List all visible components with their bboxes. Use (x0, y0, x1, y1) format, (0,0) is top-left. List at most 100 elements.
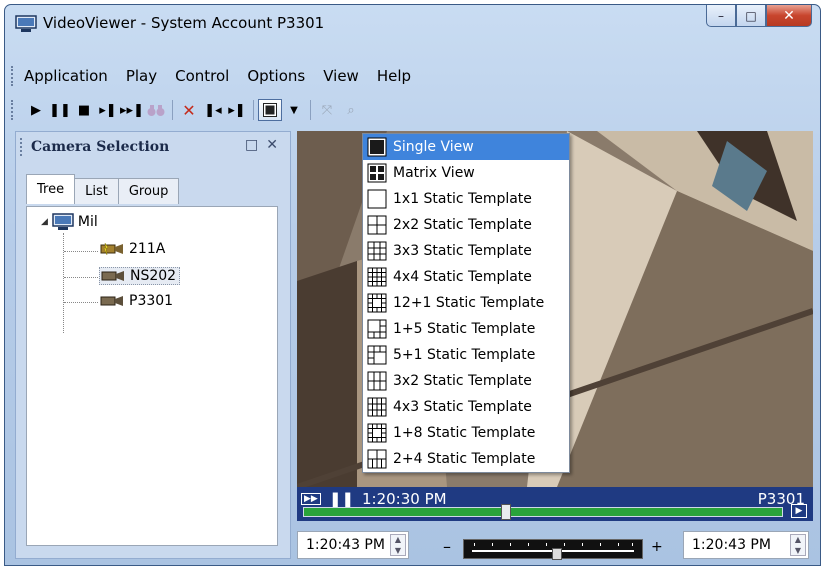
stop-icon[interactable]: ■ (72, 99, 96, 121)
speed-slider-track[interactable] (463, 539, 643, 560)
tab-tree[interactable]: Tree (26, 174, 76, 204)
menu-bar: Application Play Control Options View He… (11, 63, 429, 89)
menu-item-label: 3x3 Static Template (393, 243, 532, 259)
progress-thumb[interactable] (500, 504, 511, 520)
collapse-icon[interactable]: ◢ (41, 217, 48, 227)
menu-item-5-1-static-template[interactable]: 5+1 Static Template (363, 342, 569, 368)
grid-4x4-icon (367, 267, 387, 287)
tree-camera-211a[interactable]: 211A (99, 241, 165, 257)
tab-list[interactable]: List (74, 178, 119, 204)
menu-play[interactable]: Play (126, 67, 157, 85)
menu-options[interactable]: Options (247, 67, 305, 85)
menu-item-single-view[interactable]: Single View (363, 134, 569, 160)
menu-item-3x3-static-template[interactable]: 3x3 Static Template (363, 238, 569, 264)
camera-selection-panel: Camera Selection □ ✕ Tree List Group ◢ M… (15, 131, 291, 559)
tree-line (63, 233, 64, 333)
close-button[interactable]: ✕ (766, 5, 812, 27)
search-icon[interactable]: ⌕ (339, 99, 363, 121)
camera-alert-icon (100, 242, 123, 256)
tree-camera-p3301[interactable]: P3301 (99, 293, 173, 309)
menu-item-1-8-static-template[interactable]: 1+8 Static Template (363, 420, 569, 446)
grid-2x2-icon (367, 215, 387, 235)
toolbar-separator (253, 100, 254, 120)
tree-root-node[interactable]: ◢ Mil (41, 213, 98, 231)
app-window: VideoViewer - System Account P3301 – □ ✕… (4, 4, 821, 566)
menu-item-12-1-static-template[interactable]: 12+1 Static Template (363, 290, 569, 316)
speed-slider-thumb[interactable] (552, 548, 562, 560)
menu-item-1-5-static-template[interactable]: 1+5 Static Template (363, 316, 569, 342)
skip-end-icon[interactable]: ▸▸❚ (120, 99, 144, 121)
grid-12-1-icon (367, 293, 387, 313)
menu-help[interactable]: Help (377, 67, 411, 85)
video-status-bar: ▶▶ ❚❚ 1:20:30 PM P3301 ▶ (297, 487, 813, 521)
fast-forward-icon[interactable]: ▶▶ (301, 493, 321, 505)
menu-item-2-4-static-template[interactable]: 2+4 Static Template (363, 446, 569, 472)
float-panel-icon[interactable]: □ (245, 137, 258, 153)
menu-grip[interactable] (11, 66, 14, 86)
speed-plus[interactable]: + (651, 539, 663, 555)
camera-tree: ◢ Mil 211A NS202 P3301 (26, 206, 278, 546)
end-time-value: 1:20:43 PM (692, 537, 771, 553)
menu-item-matrix-view[interactable]: Matrix View (363, 160, 569, 186)
menu-item-3x2-static-template[interactable]: 3x2 Static Template (363, 368, 569, 394)
view-layout-icon[interactable] (258, 99, 282, 121)
camera-label: 211A (129, 241, 166, 257)
start-time-field[interactable]: 1:20:43 PM ▲ ▼ (297, 531, 409, 559)
playback-progress-bar[interactable] (303, 504, 783, 520)
minimize-button[interactable]: – (706, 5, 736, 27)
panel-tabs: Tree List Group (26, 174, 180, 204)
menu-item-1x1-static-template[interactable]: 1x1 Static Template (363, 186, 569, 212)
toolbar-separator (310, 100, 311, 120)
delete-icon[interactable]: ✕ (177, 99, 201, 121)
zoom-icon[interactable]: ⤧ (315, 99, 339, 121)
menu-item-label: 2+4 Static Template (393, 451, 536, 467)
camera-icon (100, 296, 123, 306)
end-time-field[interactable]: 1:20:43 PM ▲ ▼ (683, 531, 809, 559)
menu-item-label: 1x1 Static Template (393, 191, 532, 207)
menu-item-2x2-static-template[interactable]: 2x2 Static Template (363, 212, 569, 238)
tree-line (64, 302, 98, 303)
camera-label: P3301 (129, 293, 174, 309)
tree-line (64, 277, 98, 278)
grid-1-8-icon (367, 423, 387, 443)
panel-grip[interactable] (20, 138, 23, 156)
prev-marker-icon[interactable]: ❚◂ (201, 99, 225, 121)
camera-icon (101, 271, 124, 281)
toolbar-grip[interactable] (11, 100, 14, 120)
menu-item-label: 3x2 Static Template (393, 373, 532, 389)
menu-item-4x4-static-template[interactable]: 4x4 Static Template (363, 264, 569, 290)
menu-view[interactable]: View (323, 67, 359, 85)
next-marker-icon[interactable]: ▸❚ (225, 99, 249, 121)
step-forward-icon[interactable]: ▸❚ (96, 99, 120, 121)
monitor-icon (15, 15, 37, 32)
menu-application[interactable]: Application (24, 67, 108, 85)
tab-group[interactable]: Group (117, 178, 180, 204)
pause-icon[interactable]: ❚❚ (48, 99, 72, 121)
tree-camera-ns202[interactable]: NS202 (99, 267, 181, 285)
menu-item-label: 2x2 Static Template (393, 217, 532, 233)
speed-minus[interactable]: – (443, 537, 451, 556)
play-icon[interactable]: ▶ (24, 99, 48, 121)
close-panel-icon[interactable]: ✕ (266, 137, 278, 153)
tree-root-label: Mil (77, 214, 98, 230)
tree-line (64, 251, 98, 252)
matrix-view-icon (367, 163, 387, 183)
next-frame-icon[interactable]: ▶ (791, 504, 807, 518)
end-time-spinner[interactable]: ▲ ▼ (790, 534, 806, 556)
maximize-button[interactable]: □ (736, 5, 766, 27)
playback-controls: 1:20:43 PM ▲ ▼ – + 1:20:43 PM ▲ ▼ (297, 525, 813, 561)
dropdown-arrow-icon[interactable]: ▼ (282, 99, 306, 121)
video-time: 1:20:30 PM (361, 490, 447, 508)
menu-item-label: 5+1 Static Template (393, 347, 536, 363)
pause-status-icon[interactable]: ❚❚ (329, 490, 354, 508)
binoculars-icon[interactable] (144, 99, 168, 121)
menu-item-label: 1+8 Static Template (393, 425, 536, 441)
start-time-spinner[interactable]: ▲ ▼ (390, 534, 406, 556)
title-bar[interactable]: VideoViewer - System Account P3301 – □ ✕ (5, 5, 820, 49)
menu-item-label: 4x4 Static Template (393, 269, 532, 285)
grid-5-1-icon (367, 345, 387, 365)
menu-item-4x3-static-template[interactable]: 4x3 Static Template (363, 394, 569, 420)
speed-slider[interactable]: – + (437, 537, 677, 560)
menu-control[interactable]: Control (175, 67, 229, 85)
menu-item-label: Matrix View (393, 165, 475, 181)
